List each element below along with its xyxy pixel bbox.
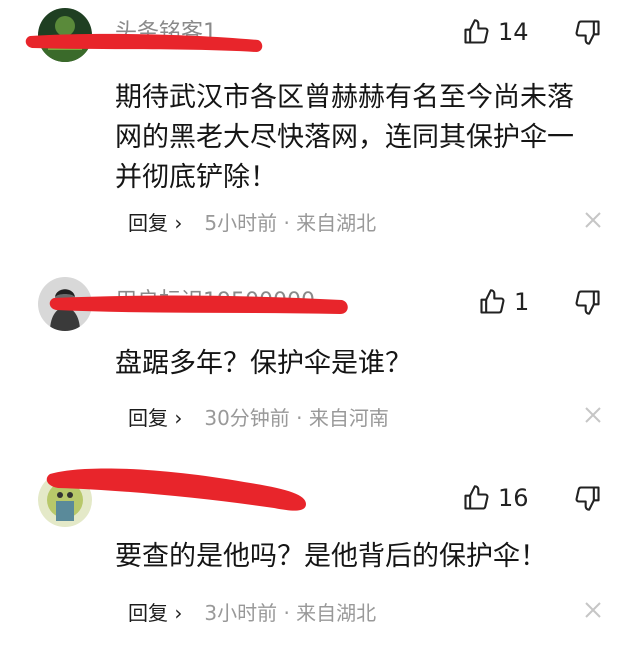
comment-meta: 回复 › 3小时前 · 来自湖北	[128, 597, 377, 626]
close-icon[interactable]	[584, 601, 602, 619]
timestamp-location: 3小时前 · 来自湖北	[204, 600, 377, 625]
thumbs-down-icon[interactable]	[574, 484, 602, 512]
avatar[interactable]	[38, 473, 92, 527]
like-count: 16	[498, 484, 529, 512]
comment-3: 16 要查的是他吗？是他背后的保护伞！ 回复 › 3小时前 · 来自湖北	[0, 0, 640, 649]
like-button[interactable]: 16	[462, 484, 529, 512]
reply-button[interactable]: 回复 ›	[128, 597, 182, 626]
thumbs-up-icon	[464, 485, 489, 510]
comment-text: 要查的是他吗？是他背后的保护伞！	[115, 541, 547, 572]
